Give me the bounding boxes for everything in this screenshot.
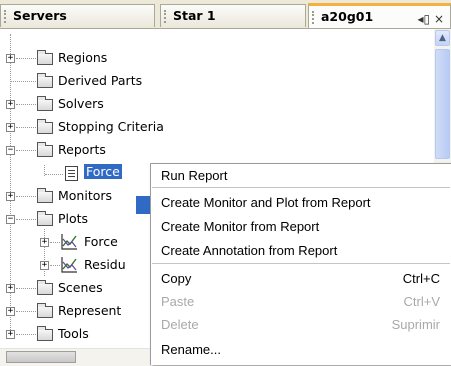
- menu-item-label: Create Annotation from Report: [161, 243, 338, 258]
- menu-item-label: Paste: [161, 294, 195, 309]
- tab-star-label: Star 1: [173, 8, 216, 23]
- menu-separator: [152, 263, 450, 264]
- tree-connector: [16, 334, 36, 335]
- tab-a20g01-label: a20g01: [321, 9, 374, 24]
- tab-a20g01[interactable]: a20g01 ◂▯ ×: [308, 3, 451, 28]
- tree-connector: [16, 288, 36, 289]
- menu-item-copy[interactable]: Copy Ctrl+C: [151, 267, 451, 290]
- report-icon: [65, 166, 78, 181]
- tree-connector: [16, 127, 36, 128]
- folder-icon: [37, 280, 53, 295]
- tab-servers[interactable]: Servers: [0, 4, 155, 27]
- collapse-icon[interactable]: −: [6, 215, 15, 224]
- menu-item-rename[interactable]: Rename...: [151, 338, 451, 361]
- tree-item-label: Solvers: [58, 96, 104, 111]
- scroll-up-icon[interactable]: ▲: [435, 30, 450, 46]
- folder-icon: [37, 96, 53, 111]
- tree-item-label: Force: [84, 234, 118, 249]
- folder-icon: [37, 326, 53, 341]
- menu-item-label: Rename...: [161, 342, 221, 357]
- menu-item-shortcut: Ctrl+V: [403, 294, 440, 309]
- expand-icon[interactable]: +: [6, 123, 15, 132]
- grip-icon: [4, 10, 8, 23]
- tree-connector: [11, 81, 36, 82]
- tree-item-label: Reports: [58, 142, 106, 157]
- tree-connector: [16, 219, 36, 220]
- tree-connector: [16, 311, 36, 312]
- menu-item-create-annotation[interactable]: Create Annotation from Report: [151, 239, 451, 262]
- tree-connector: [16, 150, 36, 151]
- folder-icon: [37, 211, 53, 226]
- folder-icon: [37, 188, 53, 203]
- menu-item-label: Copy: [161, 271, 192, 286]
- menu-item-label: Create Monitor and Plot from Report: [161, 195, 371, 210]
- tree-item-label: Represent: [58, 303, 122, 318]
- menu-item-delete[interactable]: Delete Suprimir: [151, 313, 451, 336]
- expand-icon[interactable]: +: [6, 192, 15, 201]
- tree-item-label: Tools: [58, 326, 89, 341]
- tree-item-label: Scenes: [58, 280, 103, 295]
- tree-item-label: Plots: [58, 211, 89, 226]
- context-menu: Run Report Create Monitor and Plot from …: [150, 163, 451, 365]
- tab-close-controls[interactable]: ◂▯ ×: [418, 8, 445, 30]
- menu-item-label: Run Report: [161, 168, 228, 183]
- grip-icon: [312, 11, 316, 24]
- vertical-scroll-thumb[interactable]: [435, 49, 450, 159]
- folder-icon: [37, 50, 53, 65]
- tree-connector: [45, 174, 63, 175]
- collapse-icon[interactable]: −: [6, 146, 15, 155]
- tab-star-1[interactable]: Star 1: [160, 4, 306, 27]
- tree-item-label: Stopping Criteria: [58, 119, 164, 134]
- folder-icon: [37, 119, 53, 134]
- expand-icon[interactable]: +: [6, 284, 15, 293]
- tab-servers-label: Servers: [13, 8, 67, 23]
- tree-item-label: Derived Parts: [58, 73, 143, 88]
- tree-item-solvers[interactable]: + Solvers: [0, 93, 220, 116]
- tree-item-derived-parts[interactable]: Derived Parts: [0, 70, 220, 93]
- tree-connector: [50, 265, 60, 266]
- plot-icon: [61, 234, 77, 250]
- tree-item-label: Monitors: [58, 188, 113, 203]
- expand-icon[interactable]: +: [40, 261, 49, 270]
- tree-connector: [50, 242, 60, 243]
- tree-item-label: Force: [84, 164, 122, 179]
- expand-icon[interactable]: +: [6, 330, 15, 339]
- folder-icon: [37, 73, 53, 88]
- tree-connector: [16, 104, 36, 105]
- expand-icon[interactable]: +: [6, 100, 15, 109]
- menu-item-create-monitor-and-plot[interactable]: Create Monitor and Plot from Report: [151, 191, 451, 214]
- menu-item-shortcut: Suprimir: [391, 317, 440, 332]
- menu-item-shortcut: Ctrl+C: [402, 271, 440, 286]
- tree-connector: [16, 196, 36, 197]
- tree-item-label: Regions: [58, 50, 108, 65]
- folder-icon: [37, 303, 53, 318]
- tab-bar: Servers Star 1 a20g01 ◂▯ ×: [0, 0, 451, 28]
- menu-separator: [152, 187, 450, 188]
- grip-icon: [164, 10, 168, 23]
- plot-icon: [61, 257, 77, 273]
- menu-item-create-monitor[interactable]: Create Monitor from Report: [151, 215, 451, 238]
- menu-item-label: Create Monitor from Report: [161, 219, 320, 234]
- tree-item-label: Residu: [84, 257, 126, 272]
- menu-item-label: Delete: [161, 317, 199, 332]
- tree-item-regions[interactable]: + Regions: [0, 47, 220, 70]
- menu-item-run-report[interactable]: Run Report: [151, 164, 451, 187]
- horizontal-scroll-thumb[interactable]: [6, 351, 76, 363]
- tree-item-stopping-criteria[interactable]: + Stopping Criteria: [0, 116, 220, 139]
- expand-icon[interactable]: +: [40, 238, 49, 247]
- tree-connector: [16, 58, 36, 59]
- expand-icon[interactable]: +: [6, 307, 15, 316]
- menu-item-paste[interactable]: Paste Ctrl+V: [151, 290, 451, 313]
- expand-icon[interactable]: +: [6, 54, 15, 63]
- folder-icon: [37, 142, 53, 157]
- tree-item-reports[interactable]: − Reports: [0, 139, 220, 162]
